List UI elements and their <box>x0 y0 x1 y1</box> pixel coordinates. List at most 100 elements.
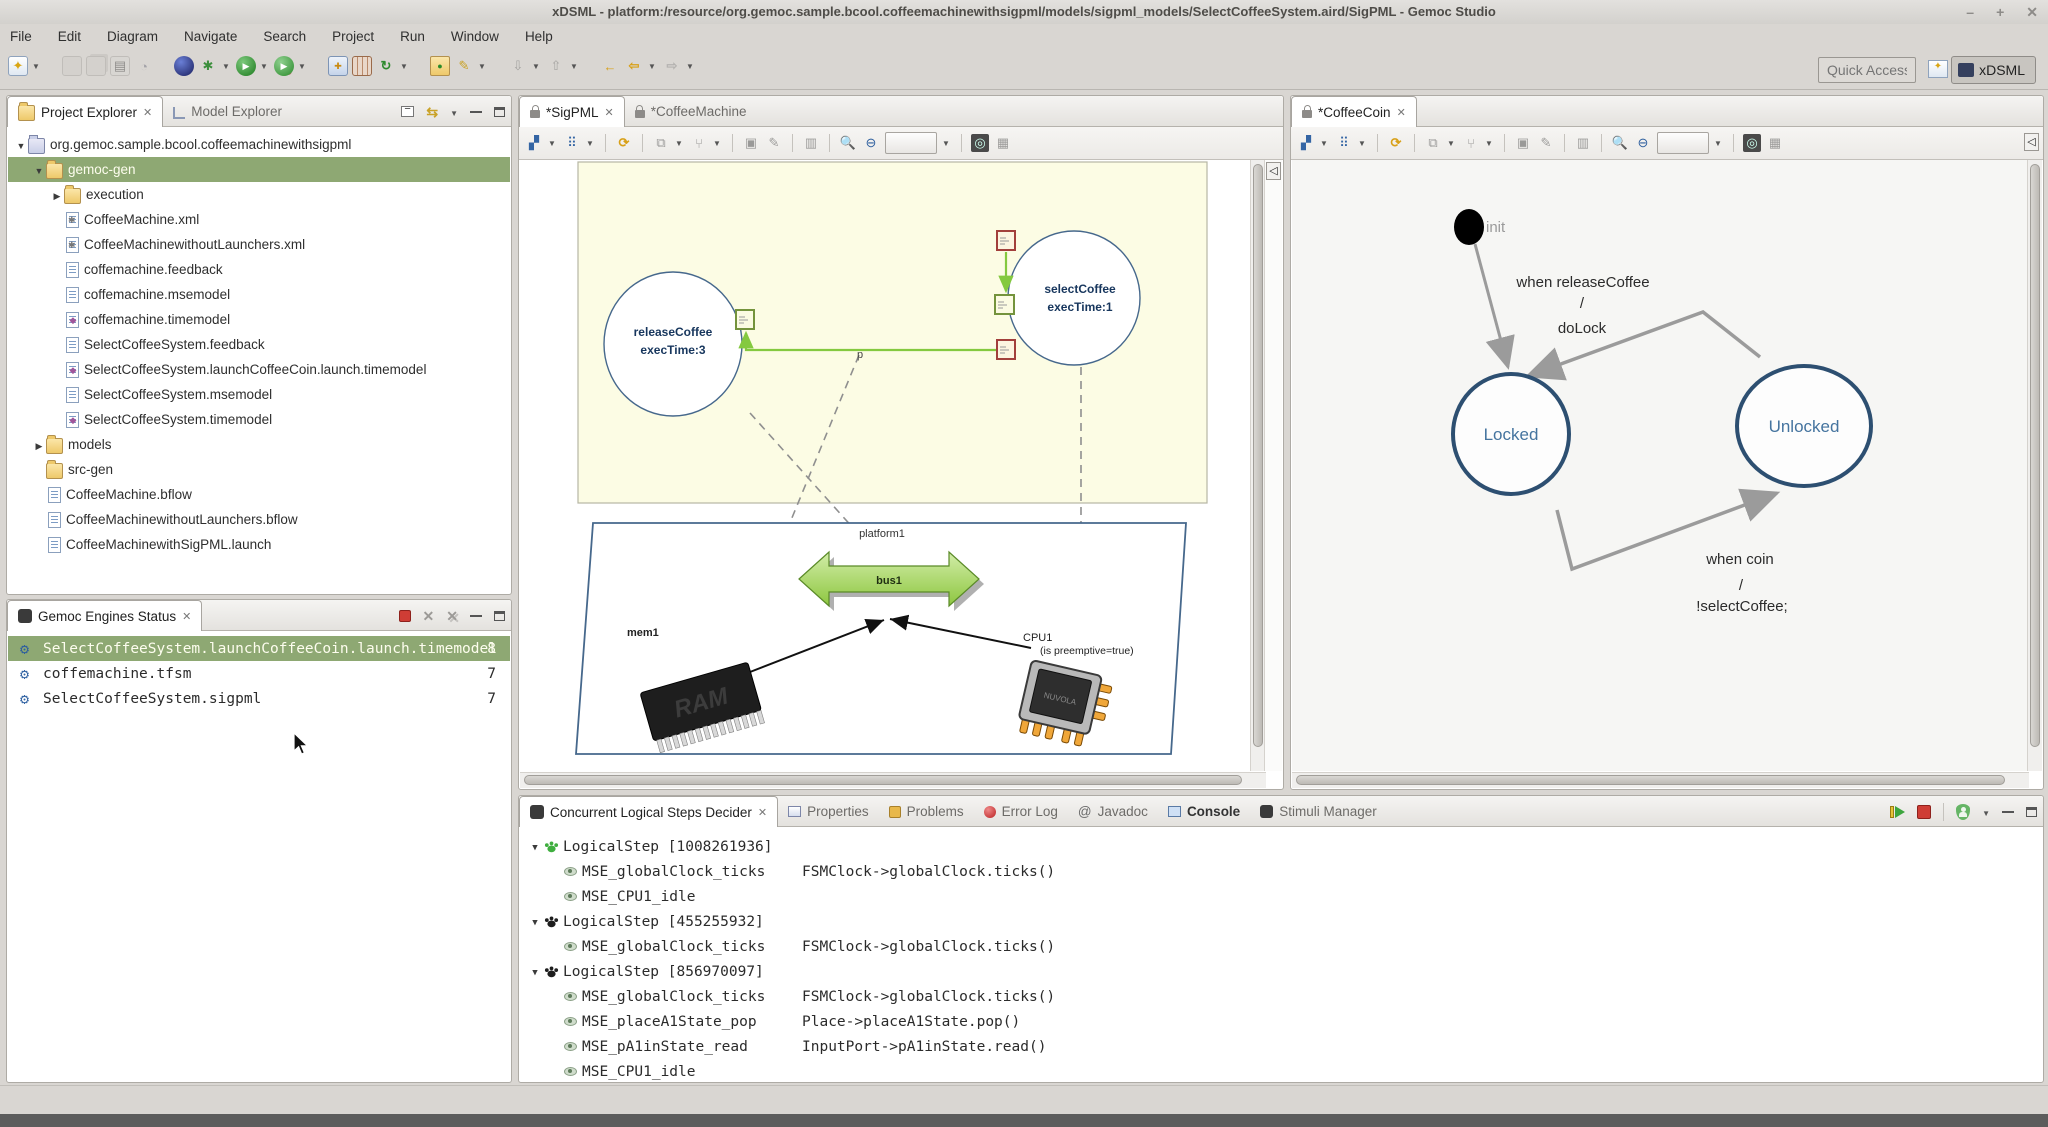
collapse-all-icon[interactable] <box>401 106 414 117</box>
zoom-in-icon[interactable]: 🔍 <box>839 134 857 152</box>
coffeecoin-canvas[interactable]: init when releaseCoffee / doLock when co… <box>1292 160 2029 771</box>
close-icon[interactable] <box>1397 105 1406 119</box>
prev-annotation-icon[interactable]: ⇧ <box>546 56 566 76</box>
copy-icon[interactable]: ⧉ <box>1424 134 1442 152</box>
decider-shield-icon[interactable] <box>1956 804 1970 820</box>
tree-item-coffemachine-timemodel[interactable]: coffemachine.timemodel <box>8 307 510 332</box>
mse-event-row[interactable]: MSE_globalClock_ticks FSMClock->globalCl… <box>520 984 2042 1009</box>
menu-run[interactable]: Run <box>400 24 425 50</box>
run-last-dropdown-icon[interactable] <box>298 62 308 71</box>
save-all-icon[interactable] <box>86 56 106 76</box>
step-forward-icon[interactable] <box>1890 806 1905 818</box>
output-port-selectcoffee[interactable] <box>997 340 1015 359</box>
input-port-releasecoffee[interactable] <box>736 310 754 329</box>
new-dropdown-icon[interactable] <box>32 62 42 71</box>
tree-item-coffemachine-msemodel[interactable]: coffemachine.msemodel <box>8 282 510 307</box>
expand-arrow-icon[interactable] <box>528 839 542 854</box>
tab-coffeemachine[interactable]: *CoffeeMachine <box>625 96 757 127</box>
engine-row[interactable]: ⚙ coffemachine.tfsm 7 <box>8 661 510 686</box>
layout-dropdown-icon[interactable] <box>1320 139 1330 148</box>
palette-expand-icon[interactable] <box>2024 133 2039 151</box>
dispose-engine-icon[interactable] <box>423 609 435 623</box>
mse-event-row[interactable]: MSE_globalClock_ticks FSMClock->globalCl… <box>520 859 2042 884</box>
window-maximize-button[interactable]: + <box>1996 0 2004 24</box>
refresh-diagram-icon[interactable]: ⟳ <box>1387 134 1405 152</box>
select-mode-icon[interactable]: ⠿ <box>563 134 581 152</box>
tab-gemoc-engines-status[interactable]: Gemoc Engines Status <box>7 600 202 631</box>
menu-file[interactable]: File <box>10 24 32 50</box>
paste-style-icon[interactable]: ▥ <box>1574 134 1592 152</box>
mse-event-row[interactable]: MSE_CPU1_idle <box>520 1059 2042 1084</box>
tree-item-selectcoffeesystem-msemodel[interactable]: SelectCoffeeSystem.msemodel <box>8 382 510 407</box>
align-icon[interactable]: ⑂ <box>690 134 708 152</box>
transition1-label-action[interactable]: doLock <box>1558 320 1607 337</box>
zoom-in-icon[interactable]: 🔍 <box>1611 134 1629 152</box>
close-icon[interactable] <box>605 105 614 119</box>
tab-error-log[interactable]: Error Log <box>974 796 1068 827</box>
select-dropdown-icon[interactable] <box>1358 139 1368 148</box>
tree-item-coffeemachine-xml[interactable]: CoffeeMachine.xml <box>8 207 510 232</box>
link-with-editor-icon[interactable] <box>426 105 438 119</box>
zoom-level-combo[interactable] <box>885 132 937 154</box>
tree-item-execution[interactable]: execution <box>8 182 510 207</box>
run-last-icon[interactable]: ▶ <box>274 56 294 76</box>
tab-problems[interactable]: Problems <box>879 796 974 827</box>
tab-project-explorer[interactable]: Project Explorer <box>7 96 163 127</box>
grid-toggle-icon[interactable]: ▦ <box>1766 134 1784 152</box>
open-folder-icon[interactable]: ● <box>430 56 450 76</box>
save-icon[interactable] <box>62 56 82 76</box>
forward-icon[interactable]: ⇨ <box>662 56 682 76</box>
debug-dropdown-icon[interactable] <box>222 62 232 71</box>
tab-stimuli-manager[interactable]: Stimuli Manager <box>1250 796 1387 827</box>
input-port-selectcoffee[interactable] <box>995 295 1014 314</box>
align-dropdown-icon[interactable] <box>713 139 723 148</box>
snapshot-icon[interactable]: ◎ <box>971 134 989 152</box>
next-annotation-icon[interactable]: ⇩ <box>508 56 528 76</box>
maximize-icon[interactable] <box>494 107 505 117</box>
gemoc-sphere-icon[interactable] <box>174 56 194 76</box>
logical-step-row[interactable]: LogicalStep [455255932] <box>520 909 2042 934</box>
menu-window[interactable]: Window <box>451 24 499 50</box>
dispose-all-engines-icon[interactable] <box>446 609 458 623</box>
print-icon[interactable]: ▤ <box>110 56 130 76</box>
layout-dropdown-icon[interactable] <box>548 139 558 148</box>
last-edit-location-icon[interactable]: ← <box>600 56 620 76</box>
copy-icon[interactable]: ⧉ <box>652 134 670 152</box>
transition2-label-when[interactable]: when coin <box>1705 551 1774 568</box>
tab-properties[interactable]: Properties <box>778 796 879 827</box>
tree-item-selectcoffeesystem-timemodel[interactable]: SelectCoffeeSystem.timemodel <box>8 407 510 432</box>
maximize-icon[interactable] <box>2026 807 2037 817</box>
transition1-label-when[interactable]: when releaseCoffee <box>1515 274 1649 291</box>
initial-state[interactable] <box>1454 209 1484 245</box>
vertical-scrollbar[interactable] <box>1250 160 1265 771</box>
select-dropdown-icon[interactable] <box>586 139 596 148</box>
menu-navigate[interactable]: Navigate <box>184 24 237 50</box>
vertical-scrollbar[interactable] <box>2027 160 2042 771</box>
tree-item-coffeemachinewithsigpml-launch[interactable]: CoffeeMachinewithSigPML.launch <box>8 532 510 557</box>
mark-occurrences-icon[interactable]: ✎ <box>454 56 474 76</box>
minimize-icon[interactable] <box>470 111 482 114</box>
refresh-dropdown-icon[interactable] <box>400 62 410 71</box>
refresh-diagram-icon[interactable]: ⟳ <box>615 134 633 152</box>
engine-row[interactable]: ⚙ SelectCoffeeSystem.sigpml 7 <box>8 686 510 711</box>
mse-event-row[interactable]: MSE_placeA1State_pop Place->placeA1State… <box>520 1009 2042 1034</box>
logical-step-row[interactable]: LogicalStep [1008261936] <box>520 834 2042 859</box>
external-tools-icon[interactable]: ◔ <box>134 56 154 76</box>
tab-sigpml[interactable]: *SigPML <box>519 96 625 127</box>
prev-annotation-dropdown-icon[interactable] <box>570 62 580 71</box>
palette-expand-icon[interactable] <box>1266 162 1281 180</box>
mse-event-row[interactable]: MSE_pA1inState_read InputPort->pA1inStat… <box>520 1034 2042 1059</box>
back-dropdown-icon[interactable] <box>648 62 658 71</box>
layout-icon[interactable]: ▞ <box>1297 134 1315 152</box>
new-project-icon[interactable]: ✚ <box>328 56 348 76</box>
grid-toggle-icon[interactable]: ▦ <box>994 134 1012 152</box>
zoom-out-icon[interactable]: ⊖ <box>1634 134 1652 152</box>
next-annotation-dropdown-icon[interactable] <box>532 62 542 71</box>
close-icon[interactable] <box>143 105 152 119</box>
tree-item-coffeemachinewithoutlaunchers-xml[interactable]: CoffeeMachinewithoutLaunchers.xml <box>8 232 510 257</box>
quick-access-input[interactable] <box>1818 57 1916 83</box>
zoom-out-icon[interactable]: ⊖ <box>862 134 880 152</box>
perspective-xdsml-button[interactable]: xDSML <box>1951 56 2036 84</box>
collapsed-arrow-icon[interactable] <box>32 438 46 451</box>
minimize-icon[interactable] <box>470 615 482 618</box>
